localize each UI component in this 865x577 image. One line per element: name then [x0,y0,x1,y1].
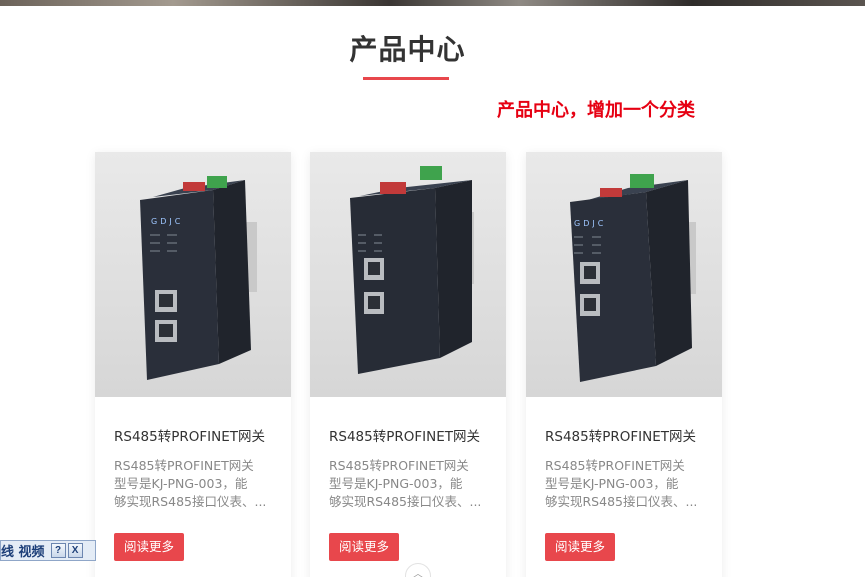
brand-logo: GDJC [574,219,606,228]
read-more-button[interactable]: 阅读更多 [329,533,400,561]
product-image[interactable] [310,152,506,397]
read-more-button[interactable]: 阅读更多 [545,533,616,561]
description-line: RS485转PROFINET网关 [545,458,685,473]
read-more-button[interactable]: 阅读更多 [114,533,185,561]
product-description: RS485转PROFINET网关 型号是KJ-PNG-003，能 够实现RS48… [114,457,282,511]
description-line: 够实现RS485接口仪表、... [329,494,482,509]
product-card[interactable]: RS485转PROFINET网关 RS485转PROFINET网关 型号是KJ-… [310,152,506,577]
hero-banner-edge [0,0,865,6]
gateway-device-image: GDJC [140,176,257,380]
description-line: 够实现RS485接口仪表、... [545,494,698,509]
product-description: RS485转PROFINET网关 型号是KJ-PNG-003，能 够实现RS48… [545,457,713,511]
description-line: 型号是KJ-PNG-003，能 [114,476,248,491]
category-note: 产品中心，增加一个分类 [497,100,695,121]
product-image[interactable]: GDJC [526,152,722,397]
product-description: RS485转PROFINET网关 型号是KJ-PNG-003，能 够实现RS48… [329,457,497,511]
product-name[interactable]: RS485转PROFINET网关 [114,425,265,445]
gateway-device-image: GDJC [570,174,696,382]
help-icon[interactable]: ? [50,543,66,558]
floating-chat-bar[interactable]: 线 视频 ? X [0,540,96,561]
description-line: 型号是KJ-PNG-003，能 [545,476,679,491]
close-icon[interactable]: X [67,543,83,558]
description-line: RS485转PROFINET网关 [329,458,469,473]
online-video-label[interactable]: 线 视频 [1,541,49,560]
product-card[interactable]: GDJC RS485转PROFINET网关 RS485转PROFINET网关 型… [95,152,291,577]
title-underline [363,77,449,80]
product-name[interactable]: RS485转PROFINET网关 [545,425,696,445]
product-image[interactable]: GDJC [95,152,291,397]
product-card[interactable]: GDJC RS485转PROFINET网关 RS485转PROFINET网关 型… [526,152,722,577]
description-line: 型号是KJ-PNG-003，能 [329,476,463,491]
section-title: 产品中心 [349,33,466,66]
description-line: 够实现RS485接口仪表、... [114,494,267,509]
page: 产品中心 产品中心，增加一个分类 GDJC RS485转PROFINET网关 R… [0,0,865,577]
brand-logo: GDJC [151,217,183,226]
gateway-device-image [350,166,474,374]
product-name[interactable]: RS485转PROFINET网关 [329,425,480,445]
description-line: RS485转PROFINET网关 [114,458,254,473]
